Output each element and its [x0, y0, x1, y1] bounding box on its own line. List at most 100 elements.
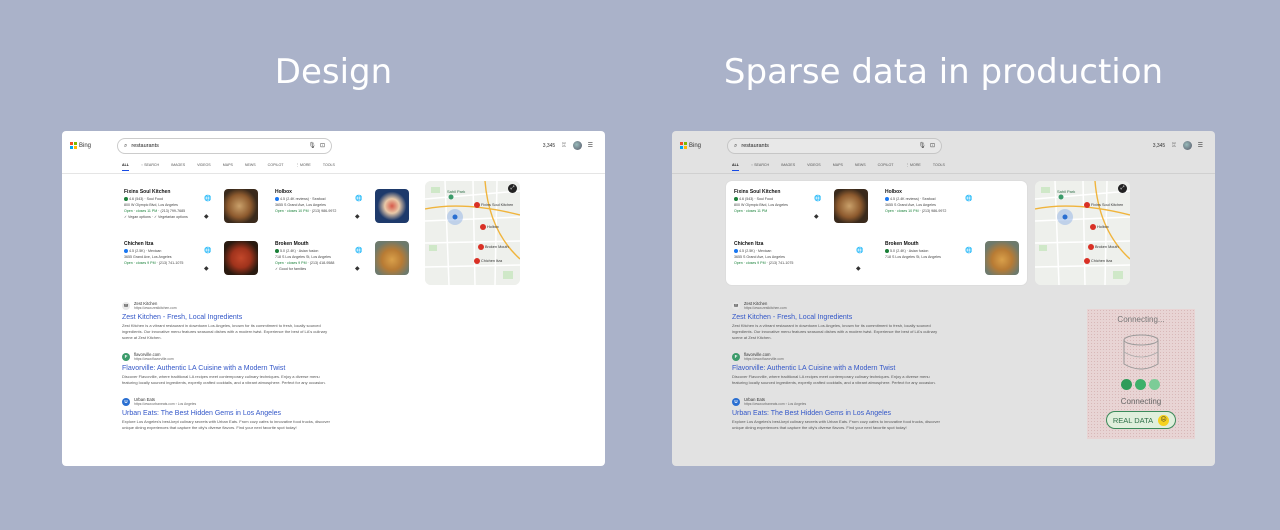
search-box[interactable]: ⌕ restaurants 🎙 ⊡	[727, 138, 942, 154]
business-card[interactable]: Holbox 4.5 (2.4K reviews) · Seafood 3655…	[267, 181, 417, 233]
business-card[interactable]: Broken Mouth 5.0 (2.4K) · Asian fusion 7…	[267, 233, 417, 285]
list-item: U Urban Eats https://www.urbaneats.com › L…	[732, 397, 952, 431]
expand-icon[interactable]: ⤢	[508, 184, 517, 193]
tab-search[interactable]: ◌ SEARCH	[751, 163, 769, 167]
map-preview[interactable]: Sahil Park Fixins Soul Kitchen Holbox Br…	[425, 181, 520, 285]
business-name[interactable]: Holbox	[275, 189, 292, 195]
website-icon[interactable]: 🌐	[355, 195, 362, 202]
business-name[interactable]: Holbox	[885, 189, 902, 195]
search-input[interactable]: restaurants	[741, 143, 914, 149]
business-address: 3655 S Grand Ave, Los Angeles	[734, 255, 785, 259]
tab-more[interactable]: ⋮ MORE	[295, 163, 310, 167]
tab-copilot[interactable]: COPILOT	[268, 163, 284, 167]
rewards-points[interactable]: 3,345	[543, 143, 556, 149]
result-title-link[interactable]: Urban Eats: The Best Hidden Gems in Los …	[732, 410, 952, 417]
header: Bing ⌕ restaurants 🎙 ⊡ 3,345 ♖ ☰	[672, 131, 1215, 161]
avatar[interactable]	[572, 141, 582, 150]
directions-icon[interactable]: ◆	[814, 213, 821, 220]
business-card[interactable]: Chichen Itza 4.5 (2.5K) · Mexican 3655 G…	[116, 233, 266, 285]
directions-icon[interactable]: ◆	[204, 265, 211, 272]
tab-videos[interactable]: VIDEOS	[807, 163, 821, 167]
visual-search-icon[interactable]: ⊡	[320, 143, 325, 149]
tab-all[interactable]: ALL	[732, 163, 739, 171]
rewards-icon[interactable]: ♖	[561, 143, 566, 149]
map-preview[interactable]: Sahil Park Fixins Soul Kitchen Holbox Br…	[1035, 181, 1130, 285]
menu-icon[interactable]: ☰	[588, 143, 593, 149]
result-title-link[interactable]: Urban Eats: The Best Hidden Gems in Los …	[122, 410, 342, 417]
business-card[interactable]: Broken Mouth 5.0 (2.4K) · Asian fusion 7…	[877, 233, 1027, 285]
directions-icon[interactable]: ◆	[856, 265, 863, 272]
map-label: Broken Mouth	[485, 245, 509, 249]
website-icon[interactable]: 🌐	[965, 195, 972, 202]
bing-logo[interactable]: Bing	[70, 142, 91, 149]
result-title-link[interactable]: Zest Kitchen - Fresh, Local Ingredients	[732, 314, 952, 321]
microphone-icon[interactable]: 🎙	[308, 143, 316, 149]
business-address: 800 W Olympic Blvd, Los Angeles	[734, 203, 788, 207]
food-photo[interactable]	[834, 189, 868, 223]
directions-icon[interactable]: ◆	[204, 213, 211, 220]
list-item: W Zest Kitchen https://www.zestkitchen.com…	[732, 301, 952, 341]
result-snippet: Explore Los Angeles's best-kept culinary…	[732, 419, 940, 430]
tab-images[interactable]: IMAGES	[171, 163, 185, 167]
result-snippet: Explore Los Angeles's best-kept culinary…	[122, 419, 330, 430]
business-name[interactable]: Fixins Soul Kitchen	[124, 189, 170, 195]
result-title-link[interactable]: Zest Kitchen - Fresh, Local Ingredients	[122, 314, 342, 321]
search-input[interactable]: restaurants	[131, 143, 304, 149]
business-name[interactable]: Broken Mouth	[885, 241, 919, 247]
food-photo[interactable]	[375, 189, 409, 223]
website-icon[interactable]: 🌐	[814, 195, 821, 202]
tab-maps[interactable]: MAPS	[223, 163, 233, 167]
rating-icon	[124, 249, 128, 254]
food-photo[interactable]	[224, 189, 258, 223]
directions-icon[interactable]: ◆	[355, 213, 362, 220]
rewards-icon[interactable]: ♖	[1171, 143, 1176, 149]
tab-maps[interactable]: MAPS	[833, 163, 843, 167]
tab-videos[interactable]: VIDEOS	[197, 163, 211, 167]
local-results-card: Fixins Soul Kitchen 4.6 (543) · Soul Foo…	[116, 181, 417, 285]
directions-icon[interactable]: ◆	[355, 265, 362, 272]
real-data-button[interactable]: REAL DATA ☹	[1106, 411, 1176, 429]
design-title: Design	[274, 52, 393, 92]
tab-news[interactable]: NEWS	[855, 163, 866, 167]
result-title-link[interactable]: Flavorville: Authentic LA Cuisine with a…	[732, 365, 952, 372]
tab-news[interactable]: NEWS	[245, 163, 256, 167]
tab-more[interactable]: ⋮ MORE	[905, 163, 920, 167]
website-icon[interactable]: 🌐	[204, 195, 211, 202]
business-name[interactable]: Chichen Itza	[124, 241, 153, 247]
tab-search[interactable]: ◌ SEARCH	[141, 163, 159, 167]
tab-tools[interactable]: TOOLS	[323, 163, 335, 167]
map-label: Sahil Park	[447, 189, 465, 194]
business-name[interactable]: Chichen Itza	[734, 241, 763, 247]
website-icon[interactable]: 🌐	[204, 247, 211, 254]
website-icon[interactable]: 🌐	[965, 247, 972, 254]
result-snippet: Zest Kitchen is a vibrant restaurant in …	[122, 323, 328, 340]
tab-images[interactable]: IMAGES	[781, 163, 795, 167]
business-card[interactable]: Holbox 4.5 (2.4K reviews) · Seafood 3655…	[877, 181, 1027, 233]
result-title-link[interactable]: Flavorville: Authentic LA Cuisine with a…	[122, 365, 342, 372]
food-photo[interactable]	[224, 241, 258, 275]
menu-icon[interactable]: ☰	[1198, 143, 1203, 149]
food-photo[interactable]	[985, 241, 1019, 275]
expand-icon[interactable]: ⤢	[1118, 184, 1127, 193]
real-data-label: REAL DATA	[1112, 415, 1154, 425]
business-name[interactable]: Broken Mouth	[275, 241, 309, 247]
search-box[interactable]: ⌕ restaurants 🎙 ⊡	[117, 138, 332, 154]
avatar[interactable]	[1182, 141, 1192, 150]
website-icon[interactable]: 🌐	[355, 247, 362, 254]
business-card[interactable]: Chichen Itza 4.5 (2.5K) · Mexican 3655 S…	[726, 233, 876, 285]
business-name[interactable]: Fixins Soul Kitchen	[734, 189, 780, 195]
rewards-points[interactable]: 3,345	[1153, 143, 1166, 149]
website-icon[interactable]: 🌐	[856, 247, 863, 254]
microphone-icon[interactable]: 🎙	[918, 143, 926, 149]
business-card[interactable]: Fixins Soul Kitchen 4.6 (543) · Soul Foo…	[726, 181, 876, 233]
visual-search-icon[interactable]: ⊡	[930, 143, 935, 149]
tab-copilot[interactable]: COPILOT	[878, 163, 894, 167]
list-item: W Zest Kitchen https://www.zestkitchen.com…	[122, 301, 342, 341]
food-photo[interactable]	[375, 241, 409, 275]
web-results: W Zest Kitchen https://www.zestkitchen.com…	[122, 301, 342, 442]
business-card[interactable]: Fixins Soul Kitchen 4.6 (543) · Soul Foo…	[116, 181, 266, 233]
tab-tools[interactable]: TOOLS	[933, 163, 945, 167]
bing-logo[interactable]: Bing	[680, 142, 701, 149]
tab-all[interactable]: ALL	[122, 163, 129, 171]
bing-logo-icon	[680, 142, 687, 149]
